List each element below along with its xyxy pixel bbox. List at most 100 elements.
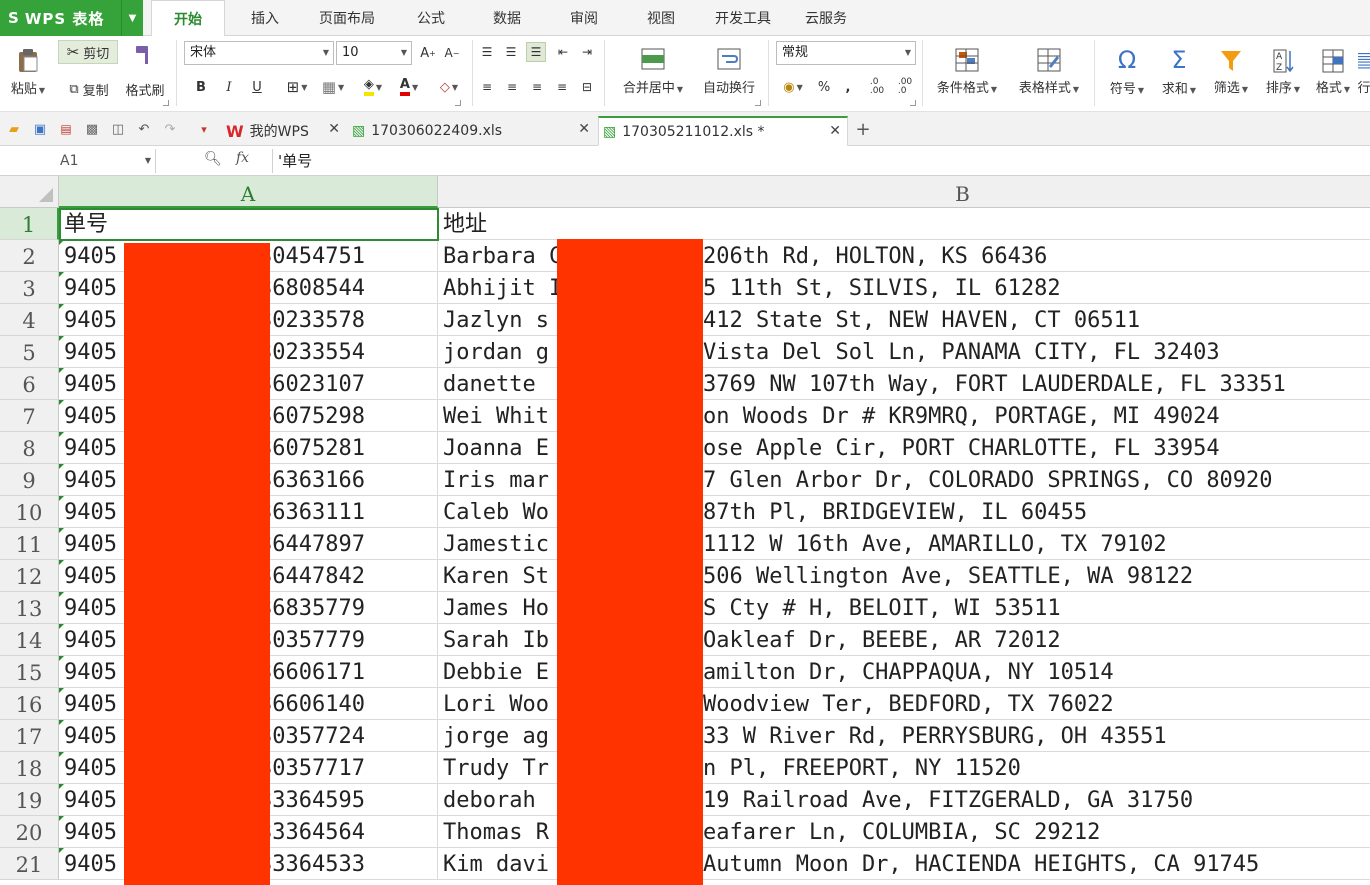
number-format-select[interactable]: 常规 ▼ bbox=[776, 41, 916, 65]
copy-button[interactable]: ⧉ 复制 bbox=[60, 78, 118, 100]
tab-cloud-services[interactable]: 云服务 bbox=[796, 0, 856, 36]
tab-formulas[interactable]: 公式 bbox=[402, 0, 460, 36]
decrease-decimal-icon[interactable]: .00.0 bbox=[894, 76, 916, 98]
print-icon[interactable]: ▩ bbox=[84, 121, 100, 137]
row-header[interactable]: 6 bbox=[0, 368, 59, 400]
distributed-icon[interactable]: ⊟ bbox=[578, 76, 596, 98]
row-header[interactable]: 18 bbox=[0, 752, 59, 784]
comma-style-icon[interactable]: , bbox=[840, 76, 856, 98]
tab-view[interactable]: 视图 bbox=[632, 0, 690, 36]
tab-home[interactable]: 开始 bbox=[151, 0, 225, 37]
export-pdf-icon[interactable]: ▤ bbox=[58, 121, 74, 137]
font-color-button[interactable]: A ▼ bbox=[392, 76, 426, 98]
row-header[interactable]: 21 bbox=[0, 848, 59, 880]
align-right-icon[interactable]: ≡ bbox=[528, 76, 546, 98]
row-header[interactable]: 12 bbox=[0, 560, 59, 592]
sum-button[interactable]: Σ 求和 ▼ bbox=[1154, 42, 1204, 100]
cell-style-button[interactable]: ▦ ▼ bbox=[316, 76, 350, 98]
borders-button[interactable]: ⊞ ▼ bbox=[280, 76, 314, 98]
customize-arrow-icon[interactable]: ▾ bbox=[196, 121, 212, 137]
row-header[interactable]: 9 bbox=[0, 464, 59, 496]
format-painter-button[interactable]: 格式刷 bbox=[120, 78, 170, 100]
font-group-launcher[interactable] bbox=[455, 100, 461, 106]
redo-icon[interactable]: ↷ bbox=[162, 121, 178, 137]
wrap-text-button[interactable]: 自动换行 bbox=[696, 42, 762, 100]
close-icon[interactable]: ✕ bbox=[829, 123, 841, 139]
tab-developer[interactable]: 开发工具 bbox=[704, 0, 782, 36]
align-bottom-icon[interactable]: ☰ bbox=[526, 42, 546, 62]
tab-page-layout[interactable]: 页面布局 bbox=[308, 0, 386, 36]
indent-increase-icon[interactable]: ⇥ bbox=[578, 42, 596, 62]
percent-button[interactable]: % bbox=[814, 76, 834, 98]
column-header-a[interactable]: A bbox=[59, 176, 438, 208]
bold-button[interactable]: B bbox=[192, 76, 210, 98]
row-header[interactable]: 17 bbox=[0, 720, 59, 752]
row-header[interactable]: 8 bbox=[0, 432, 59, 464]
row-header[interactable]: 13 bbox=[0, 592, 59, 624]
select-all-corner[interactable] bbox=[0, 176, 59, 208]
clear-format-button[interactable]: ◇ ▼ bbox=[432, 76, 466, 98]
row-header[interactable]: 20 bbox=[0, 816, 59, 848]
increase-font-icon[interactable]: A + bbox=[418, 42, 438, 64]
conditional-format-button[interactable]: 条件格式 ▼ bbox=[928, 42, 1006, 100]
close-icon[interactable]: ✕ bbox=[328, 121, 340, 137]
row-header[interactable]: 14 bbox=[0, 624, 59, 656]
symbol-button[interactable]: Ω 符号 ▼ bbox=[1102, 42, 1152, 100]
sort-button[interactable]: A Z 排序 ▼ bbox=[1258, 42, 1308, 100]
spreadsheet-grid[interactable]: A B 1 单号 地址 2 9405 30454751 Barbara C 206th Rd,… bbox=[0, 176, 1370, 885]
paste-button[interactable]: 粘贴 ▼ bbox=[6, 42, 50, 100]
cut-button[interactable]: ✂ 剪切 bbox=[58, 40, 118, 64]
increase-decimal-icon[interactable]: .0.00 bbox=[866, 76, 888, 98]
print-preview-icon[interactable]: ◫ bbox=[110, 121, 126, 137]
zoom-search-icon[interactable]: 🔍︎ bbox=[204, 151, 222, 167]
tab-data[interactable]: 数据 bbox=[478, 0, 536, 36]
table-style-button[interactable]: 表格样式 ▼ bbox=[1010, 42, 1088, 100]
doc-tab-file-2[interactable]: ▧ 170305211012.xls * ✕ bbox=[598, 116, 848, 146]
align-center-icon[interactable]: ≡ bbox=[503, 76, 521, 98]
formula-input[interactable]: '单号 bbox=[278, 149, 312, 173]
row-col-button[interactable]: ▤ 行 bbox=[1358, 42, 1370, 100]
row-header[interactable]: 19 bbox=[0, 784, 59, 816]
row-header[interactable]: 16 bbox=[0, 688, 59, 720]
row-header[interactable]: 1 bbox=[0, 208, 59, 240]
row-header[interactable]: 3 bbox=[0, 272, 59, 304]
app-menu-button[interactable]: S WPS 表格 ▼ bbox=[0, 0, 143, 36]
doc-tab-file-1[interactable]: ▧ 170306022409.xls ✕ bbox=[348, 116, 596, 146]
indent-decrease-icon[interactable]: ⇤ bbox=[554, 42, 572, 62]
row-header[interactable]: 2 bbox=[0, 240, 59, 272]
align-middle-icon[interactable]: ☰ bbox=[502, 42, 520, 62]
doc-tab-my-wps[interactable]: W 我的WPS ✕ bbox=[218, 116, 346, 146]
row-header[interactable]: 4 bbox=[0, 304, 59, 336]
align-left-icon[interactable]: ≡ bbox=[478, 76, 496, 98]
new-tab-plus-icon[interactable]: + bbox=[855, 119, 871, 140]
header-cell-address[interactable]: 地址 bbox=[438, 208, 1370, 240]
row-header[interactable]: 10 bbox=[0, 496, 59, 528]
column-header-b[interactable]: B bbox=[438, 176, 1370, 208]
row-header[interactable]: 5 bbox=[0, 336, 59, 368]
open-folder-icon[interactable]: ▰ bbox=[6, 121, 22, 137]
filter-button[interactable]: 筛选 ▼ bbox=[1206, 42, 1256, 100]
row-header[interactable]: 11 bbox=[0, 528, 59, 560]
chevron-down-icon[interactable]: ▼ bbox=[121, 0, 143, 36]
close-icon[interactable]: ✕ bbox=[578, 121, 590, 137]
row-header[interactable]: 15 bbox=[0, 656, 59, 688]
fx-button[interactable]: fx bbox=[236, 150, 249, 166]
name-box[interactable]: A1 ▼ bbox=[0, 149, 156, 173]
underline-button[interactable]: U bbox=[248, 76, 266, 98]
row-header[interactable]: 7 bbox=[0, 400, 59, 432]
currency-button[interactable]: ◉ ▼ bbox=[778, 76, 808, 98]
clipboard-group-launcher[interactable] bbox=[163, 100, 169, 106]
tab-review[interactable]: 审阅 bbox=[555, 0, 613, 36]
merge-center-button[interactable]: 合并居中 ▼ bbox=[612, 42, 694, 100]
italic-button[interactable]: I bbox=[220, 76, 238, 98]
align-top-icon[interactable]: ☰ bbox=[478, 42, 496, 62]
format-button[interactable]: 格式 ▼ bbox=[1310, 42, 1356, 100]
tab-insert[interactable]: 插入 bbox=[236, 0, 294, 36]
save-icon[interactable]: ▣ bbox=[32, 121, 48, 137]
undo-icon[interactable]: ↶ bbox=[136, 121, 152, 137]
alignment-group-launcher[interactable] bbox=[755, 100, 761, 106]
font-name-select[interactable]: 宋体 ▼ bbox=[184, 41, 334, 65]
fill-color-button[interactable]: ◈ ▼ bbox=[356, 76, 390, 98]
font-size-select[interactable]: 10 ▼ bbox=[336, 41, 412, 65]
header-cell-tracking-number[interactable]: 单号 bbox=[59, 208, 438, 240]
